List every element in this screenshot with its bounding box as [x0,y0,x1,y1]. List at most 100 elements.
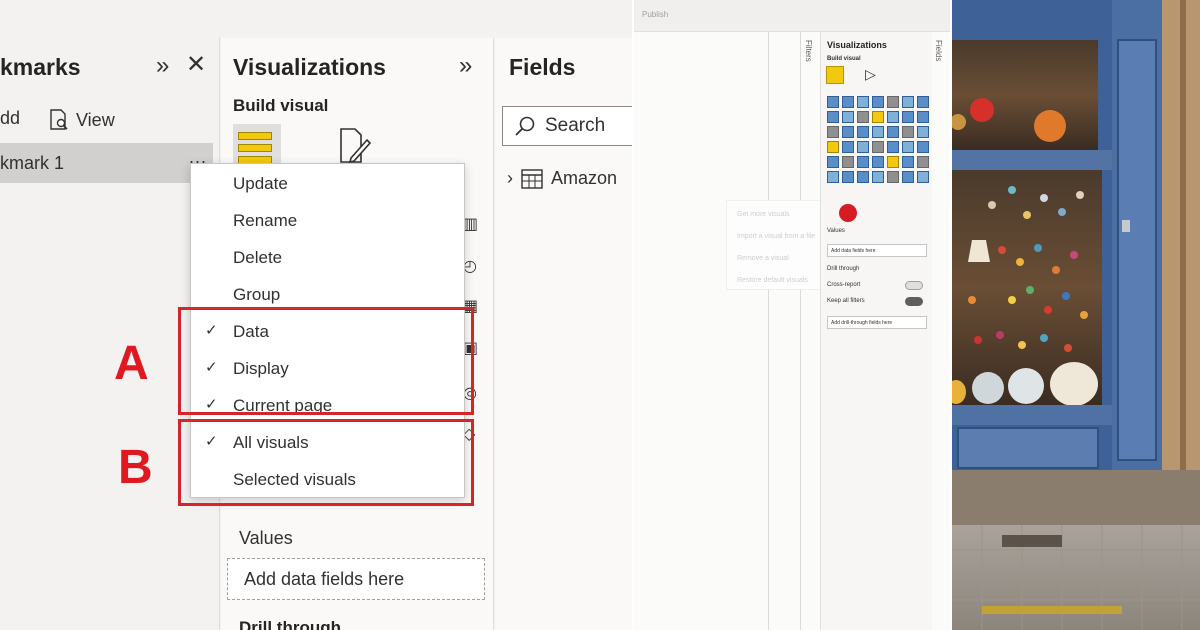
visual-type-icon[interactable] [827,126,839,138]
mini-drill-through-label: Drill through [827,266,860,272]
visual-type-icon[interactable] [827,111,839,123]
menu-item-rename[interactable]: Rename [191,202,464,239]
visual-type-icon[interactable] [872,96,884,108]
visual-type-icon[interactable] [842,156,854,168]
visual-type-icon[interactable] [902,171,914,183]
faint-menu-item[interactable]: Get more visuals [737,211,790,218]
filters-pane-tab[interactable]: Filters [804,40,813,62]
visual-type-icon[interactable]: ▥ [463,214,478,234]
shop-window-photo [952,0,1200,630]
visual-type-icon[interactable] [917,141,929,153]
powerbi-panes-screenshot: kmarks » ✕ dd View kmark 1 ... Visualiza… [0,0,632,630]
visualizations-title: Visualizations [233,54,386,80]
menu-item-label: Update [233,174,288,193]
visual-type-icon[interactable] [917,126,929,138]
faint-menu-item[interactable]: Remove a visual [737,255,789,262]
faint-menu-item[interactable]: Import a visual from a file [737,233,815,240]
visual-type-icon[interactable] [902,126,914,138]
visual-type-icon[interactable] [917,171,929,183]
menu-item-label: Group [233,285,281,304]
cross-report-toggle[interactable] [905,281,923,290]
highlight-box-b [178,419,474,506]
visual-type-icon[interactable] [842,111,854,123]
visual-type-icon[interactable] [902,156,914,168]
keep-filters-toggle[interactable] [905,297,923,306]
mini-add-fields[interactable]: Add data fields here [827,244,927,257]
view-label: View [76,109,115,130]
fields-title: Fields [509,54,576,80]
visual-type-icon[interactable] [872,126,884,138]
visual-type-icon[interactable] [887,111,899,123]
visual-type-icon[interactable] [857,111,869,123]
menu-item-label: Rename [233,211,298,230]
faint-menu-item[interactable]: Restore default visuals [737,277,808,284]
mini-add-drill-fields[interactable]: Add drill-through fields here [827,316,927,329]
menu-item-delete[interactable]: Delete [191,239,464,276]
view-bookmark-button[interactable]: View [48,108,115,132]
visual-type-icon[interactable] [902,111,914,123]
menu-item-label: Delete [233,248,283,267]
mini-keep-filters-label: Keep all filters [827,298,865,304]
visual-type-icon[interactable] [827,171,839,183]
visual-type-icon[interactable] [827,156,839,168]
visual-type-icon[interactable] [872,111,884,123]
visual-type-icon[interactable] [857,141,869,153]
visual-type-icon[interactable]: ◴ [463,256,477,276]
visual-type-icon[interactable] [827,96,839,108]
collapse-icon[interactable]: » [156,54,169,78]
visual-type-icon[interactable] [842,126,854,138]
table-list-item[interactable]: › Amazon [507,168,617,189]
search-placeholder: Search [545,115,606,136]
visual-type-icon[interactable] [902,141,914,153]
mini-build-visual-label: Build visual [827,56,861,62]
mini-top-bar: Publish [634,0,950,32]
visual-type-icon[interactable] [887,156,899,168]
visual-type-icon[interactable] [872,171,884,183]
visual-type-icon[interactable] [857,126,869,138]
mini-visual-gallery [827,96,929,183]
visual-type-icon[interactable] [827,141,839,153]
mini-cross-report-label: Cross-report [827,282,861,288]
top-bar [0,0,632,38]
visual-type-icon[interactable] [857,156,869,168]
bookmark-item[interactable]: kmark 1 ... [0,143,213,183]
add-data-fields-drop-zone[interactable]: Add data fields here [227,558,485,600]
build-visual-label: Build visual [233,96,329,115]
expand-icon[interactable]: » [459,54,472,78]
visual-type-icon[interactable] [917,156,929,168]
menu-item-update[interactable]: Update [191,165,464,202]
divider [800,32,801,630]
visual-type-icon[interactable] [857,96,869,108]
visual-type-icon[interactable] [842,171,854,183]
visual-type-icon[interactable] [887,96,899,108]
annotation-label-b: B [118,441,153,494]
visual-type-icon[interactable] [887,126,899,138]
build-visual-icon[interactable] [233,124,281,168]
visual-type-icon[interactable] [842,96,854,108]
visual-type-icon[interactable] [872,156,884,168]
visual-type-icon[interactable] [917,111,929,123]
add-bookmark-button[interactable]: dd [0,108,20,129]
mini-values-label: Values [827,228,845,234]
publish-button[interactable]: Publish [642,10,668,19]
visual-type-icon[interactable] [842,141,854,153]
visual-type-icon[interactable] [887,171,899,183]
visual-type-icon[interactable] [902,96,914,108]
visual-type-icon[interactable] [857,171,869,183]
view-icon [50,109,68,130]
mini-format-visual-icon[interactable]: ▷ [865,66,876,83]
mini-fields-pane-tab[interactable]: Fields [934,40,943,61]
fields-search-input[interactable]: Search [502,106,632,146]
annotation-label-a: A [114,337,149,390]
visual-type-icon[interactable] [917,96,929,108]
visual-type-icon[interactable] [872,141,884,153]
close-icon[interactable]: ✕ [186,53,206,77]
mini-build-visual-icon[interactable] [826,66,844,84]
bookmarks-title: kmarks [0,54,81,80]
highlight-dot [839,204,857,222]
chevron-right-icon[interactable]: › [507,168,513,189]
visual-type-icon[interactable] [887,141,899,153]
photo-illustration [952,0,1200,630]
values-label: Values [239,528,293,548]
mini-visualizations-pane: Visualizations Build visual ▷ Values Add… [820,32,932,630]
